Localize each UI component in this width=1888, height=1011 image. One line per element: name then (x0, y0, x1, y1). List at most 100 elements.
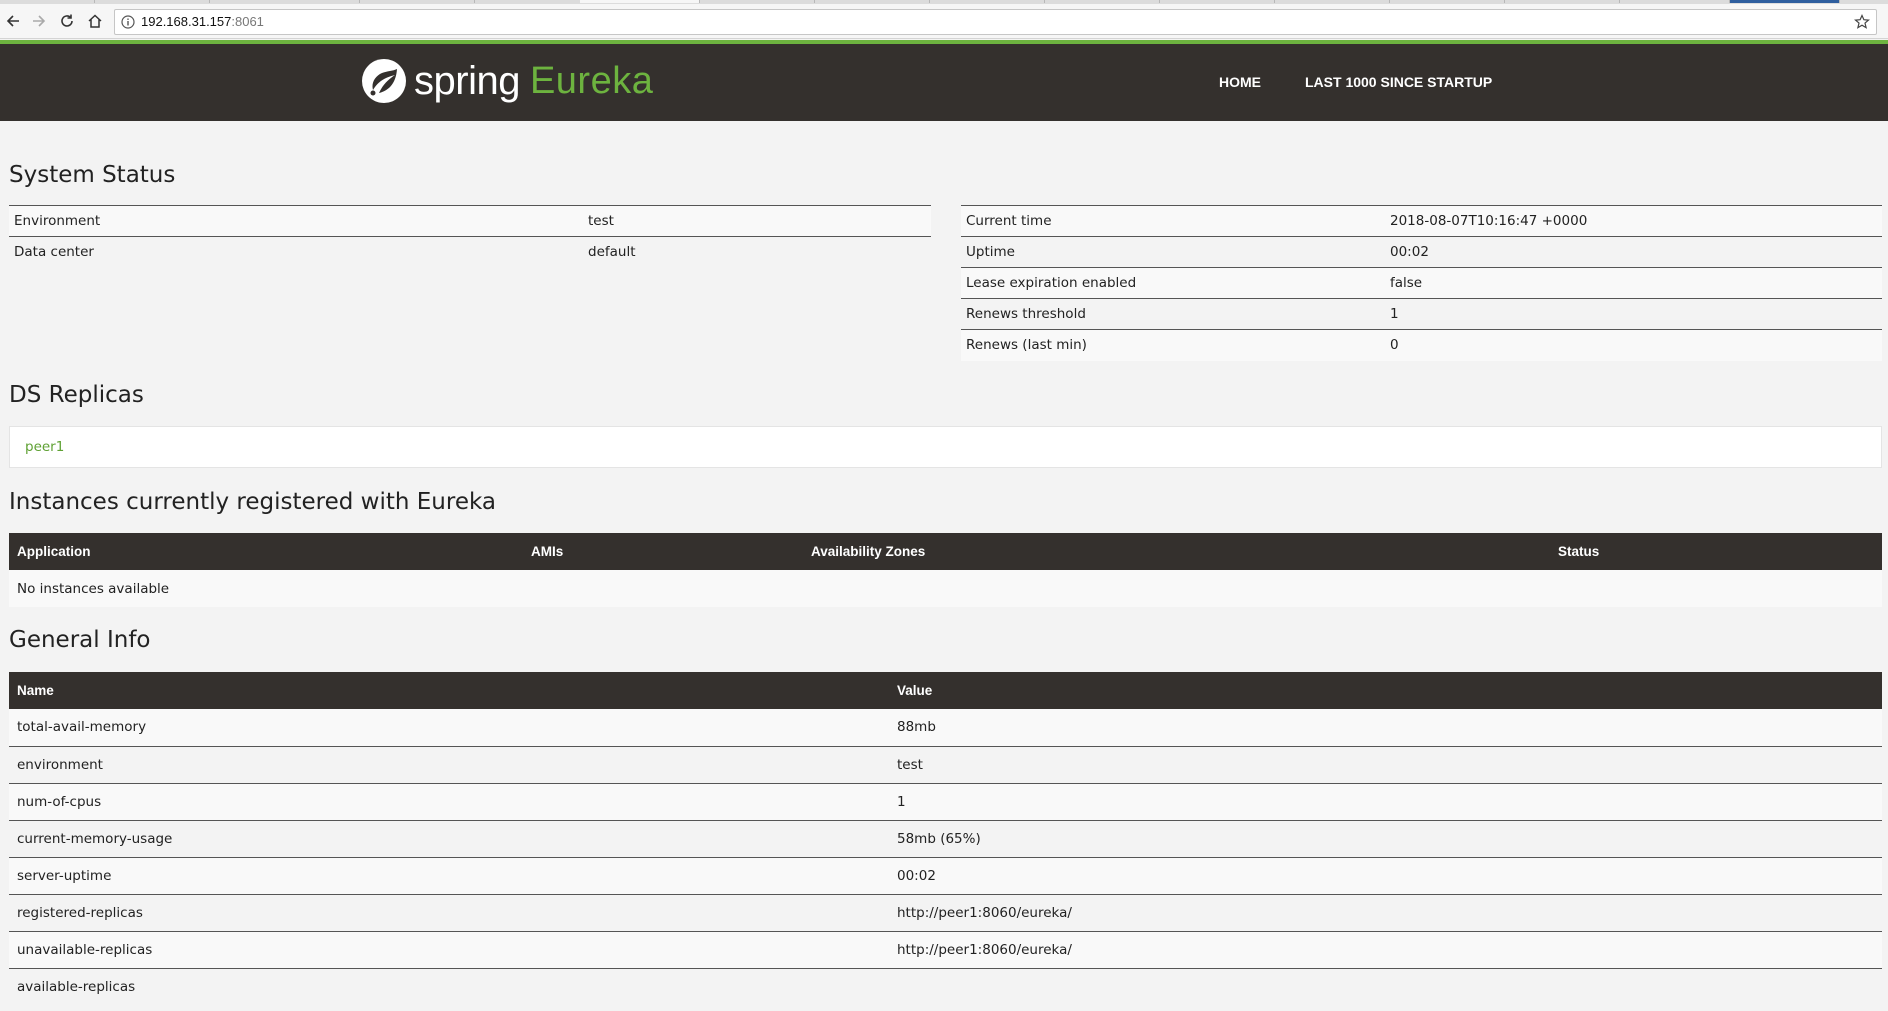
table-row: registered-replicas http://peer1:8060/eu… (9, 893, 1882, 931)
table-row: No instances available (9, 570, 1882, 607)
info-value: http://peer1:8060/eureka/ (889, 930, 1882, 968)
nav-home-link[interactable]: HOME (1219, 74, 1261, 90)
table-row: Uptime 00:02 (961, 236, 1882, 268)
spring-leaf-icon (362, 59, 406, 103)
table-row: Lease expiration enabled false (961, 267, 1882, 299)
table-row: environment test (9, 745, 1882, 783)
forward-button[interactable] (28, 10, 50, 32)
nav-last-1000-link[interactable]: LAST 1000 SINCE STARTUP (1305, 74, 1492, 90)
info-value: 88mb (889, 709, 1882, 746)
ds-replicas-title: DS Replicas (9, 382, 144, 408)
info-value (889, 967, 1882, 1005)
status-key: Uptime (961, 236, 1385, 268)
browser-tab-active[interactable] (580, 0, 700, 3)
status-key: Lease expiration enabled (961, 267, 1385, 299)
browser-tab[interactable] (95, 0, 210, 3)
table-row: server-uptime 00:02 (9, 856, 1882, 894)
table-header-row: Application AMIs Availability Zones Stat… (9, 533, 1882, 570)
info-icon[interactable] (121, 15, 135, 29)
info-name: server-uptime (9, 856, 889, 894)
browser-tab[interactable] (1505, 0, 1620, 3)
no-instances-message: No instances available (9, 570, 1882, 607)
info-name: available-replicas (9, 967, 889, 1005)
logo-eureka-text: Eureka (529, 59, 654, 102)
table-row: Data center default (9, 236, 931, 268)
browser-tab[interactable] (700, 0, 815, 3)
status-key: Renews (last min) (961, 329, 1385, 361)
back-button[interactable] (2, 10, 24, 32)
browser-tab[interactable] (1160, 0, 1275, 3)
column-header-status[interactable]: Status (1550, 533, 1882, 570)
status-value: 0 (1385, 329, 1882, 361)
spring-eureka-logo[interactable]: spring Eureka (360, 56, 653, 106)
status-value: 2018-08-07T10:16:47 +0000 (1385, 205, 1882, 237)
url-port: :8061 (231, 14, 264, 29)
status-value: 00:02 (1385, 236, 1882, 268)
info-name: environment (9, 745, 889, 783)
table-header-row: Name Value (9, 672, 1882, 709)
info-value: 1 (889, 782, 1882, 820)
info-name: num-of-cpus (9, 782, 889, 820)
column-header-application[interactable]: Application (9, 533, 523, 570)
info-name: unavailable-replicas (9, 930, 889, 968)
bookmark-star-icon[interactable] (1854, 14, 1870, 30)
url-text[interactable]: 192.168.31.157:8061 (141, 14, 264, 29)
status-value: test (583, 205, 931, 237)
arrow-left-icon (6, 15, 19, 27)
logo-spring-text: spring (414, 58, 520, 103)
browser-tab[interactable] (1620, 0, 1730, 3)
reload-icon (61, 14, 73, 27)
browser-tab[interactable] (0, 0, 95, 3)
column-header-amis[interactable]: AMIs (523, 533, 803, 570)
info-value: 00:02 (889, 856, 1882, 894)
system-status-title: System Status (9, 162, 176, 188)
column-header-name[interactable]: Name (9, 672, 889, 709)
info-name: current-memory-usage (9, 819, 889, 857)
info-name: total-avail-memory (9, 709, 889, 746)
home-button[interactable] (84, 10, 106, 32)
table-row: Current time 2018-08-07T10:16:47 +0000 (961, 205, 1882, 237)
browser-tab[interactable] (815, 0, 930, 3)
table-row: current-memory-usage 58mb (65%) (9, 819, 1882, 857)
browser-tab[interactable] (210, 0, 360, 3)
nav-last-1000: LAST 1000 SINCE STARTUP (1305, 74, 1492, 90)
instances-title: Instances currently registered with Eure… (9, 489, 496, 515)
info-value: test (889, 745, 1882, 783)
browser-tab[interactable] (1390, 0, 1505, 3)
page-header: spring Eureka HOME LAST 1000 SINCE START… (0, 44, 1888, 121)
reload-button[interactable] (56, 10, 78, 32)
replica-link-peer1[interactable]: peer1 (25, 439, 64, 455)
status-value: default (583, 236, 931, 268)
column-header-value[interactable]: Value (889, 672, 1882, 709)
status-key: Current time (961, 205, 1385, 237)
info-name: registered-replicas (9, 893, 889, 931)
browser-tab[interactable] (1730, 0, 1840, 3)
table-row: unavailable-replicas http://peer1:8060/e… (9, 930, 1882, 968)
arrow-right-icon (33, 15, 46, 27)
browser-tab[interactable] (1045, 0, 1160, 3)
table-row: Renews (last min) 0 (961, 329, 1882, 361)
address-bar[interactable]: 192.168.31.157:8061 (114, 9, 1877, 35)
table-row: Environment test (9, 205, 931, 237)
ds-replicas-list: peer1 (9, 426, 1882, 468)
status-key: Environment (9, 205, 583, 237)
table-row: available-replicas (9, 967, 1882, 1005)
table-row: num-of-cpus 1 (9, 782, 1882, 820)
browser-tab[interactable] (930, 0, 1045, 3)
table-row: total-avail-memory 88mb (9, 709, 1882, 746)
browser-tab[interactable] (360, 0, 475, 3)
table-row: Renews threshold 1 (961, 298, 1882, 330)
status-value: 1 (1385, 298, 1882, 330)
column-header-availability-zones[interactable]: Availability Zones (803, 533, 1550, 570)
info-value: 58mb (65%) (889, 819, 1882, 857)
home-icon (88, 14, 102, 28)
browser-toolbar: 192.168.31.157:8061 (0, 4, 1888, 39)
system-status-left-table: Environment test Data center default (9, 205, 931, 268)
general-info-table: Name Value total-avail-memory 88mb envir… (9, 672, 1882, 1005)
nav-home: HOME (1219, 74, 1261, 90)
browser-tab[interactable] (1275, 0, 1390, 3)
instances-table: Application AMIs Availability Zones Stat… (9, 533, 1882, 607)
info-value: http://peer1:8060/eureka/ (889, 893, 1882, 931)
general-info-title: General Info (9, 627, 151, 653)
status-value: false (1385, 267, 1882, 299)
